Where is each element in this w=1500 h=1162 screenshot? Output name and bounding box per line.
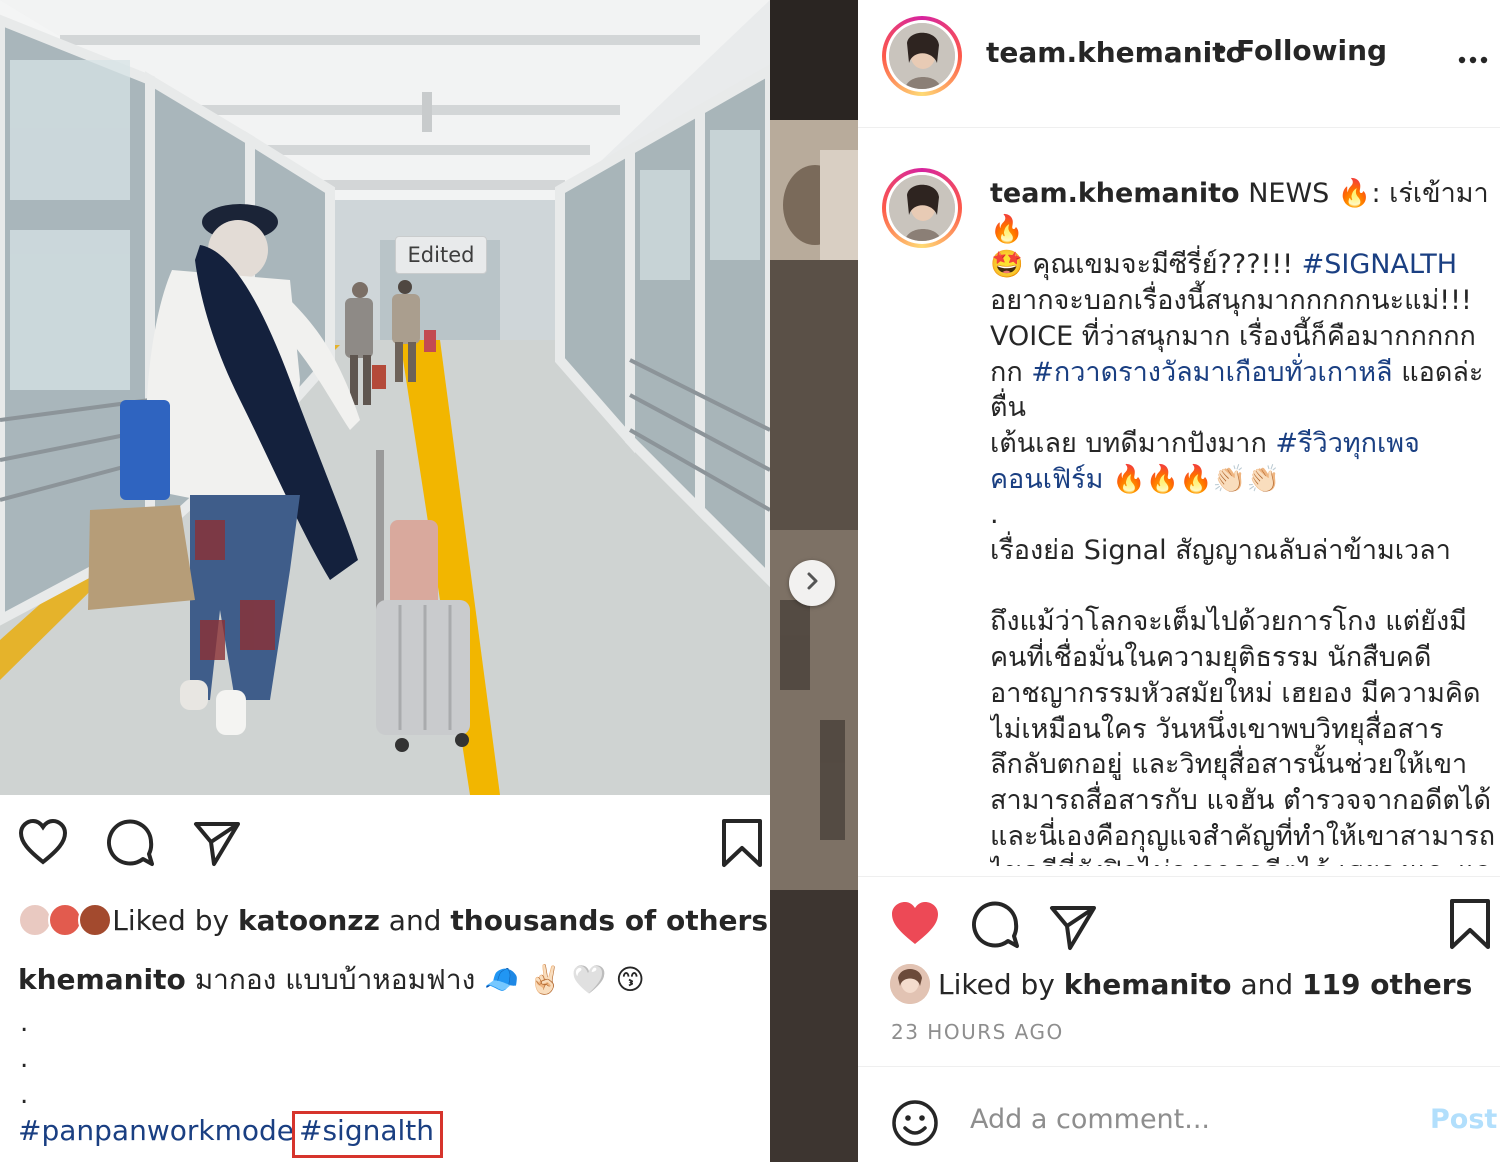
synopsis-title: เรื่องย่อ Signal สัญญาณลับล่าข้ามเวลา	[990, 535, 1451, 567]
avatar	[890, 964, 930, 1004]
caption-line: เต้นเลย บทดีมากปังมาก	[990, 427, 1267, 459]
hashtag-signalth[interactable]: #SIGNALTH	[1302, 249, 1457, 280]
caption-dot: .	[20, 1044, 29, 1074]
caption-line: VOICE ที่ว่าสนุกมาก เรื่องนี้ก็คือมากกกก…	[990, 320, 1476, 352]
liked-by-text[interactable]: Liked by khemanito and 119 others	[938, 968, 1472, 1001]
avatar	[48, 903, 82, 937]
header-avatar[interactable]	[882, 16, 962, 96]
header-separator: •	[1213, 34, 1230, 67]
hashtag-panpanworkmode[interactable]: #panpanworkmode	[18, 1114, 294, 1147]
caption-emojis: 🧢 ✌🏻 🤍 😙	[484, 963, 645, 996]
header-divider	[858, 127, 1500, 128]
caption-line: กก	[990, 356, 1023, 388]
avatar	[78, 903, 112, 937]
carousel-next-button[interactable]	[789, 560, 835, 606]
post-caption: team.khemanito NEWS 🔥: เร่เข้ามา 🔥 🤩 คุณ…	[990, 176, 1500, 866]
hashtag-signalth-highlight[interactable]: #signalth	[291, 1111, 443, 1158]
caption-username[interactable]: khemanito	[18, 963, 186, 996]
caption-username[interactable]: team.khemanito	[990, 178, 1240, 209]
following-button[interactable]: Following	[1236, 34, 1387, 67]
caption-emojis: 🔥🔥🔥👏🏻👏🏻	[1111, 463, 1281, 495]
heart-filled-icon[interactable]	[890, 900, 940, 950]
liked-by-and: and	[1240, 967, 1294, 1001]
right-action-bar	[858, 890, 1500, 950]
left-likes-row: Liked by katoonzz and thousands of other…	[18, 900, 768, 940]
liked-by-and: and	[388, 903, 442, 937]
comment-icon[interactable]	[970, 900, 1020, 954]
share-icon[interactable]	[1048, 902, 1098, 956]
caption-divider	[858, 876, 1500, 877]
post-comment-button[interactable]: Post	[1430, 1104, 1497, 1135]
post-timestamp[interactable]: 23 HOURS AGO	[891, 1020, 1064, 1044]
liked-by-user[interactable]: khemanito	[1064, 968, 1232, 1001]
avatar	[18, 903, 52, 937]
header-username[interactable]: team.khemanito	[986, 36, 1245, 69]
caption-dot: .	[990, 499, 999, 531]
hashtag-review[interactable]: #รีวิวทุกเพจ	[1275, 428, 1419, 459]
heart-icon[interactable]	[18, 818, 68, 872]
bookmark-icon[interactable]	[720, 818, 764, 872]
hashtag-award[interactable]: #กวาดรางวัลมาเกือบทั่วเกาหลี	[1031, 357, 1392, 388]
liked-by-user[interactable]: katoonzz	[238, 904, 380, 937]
liked-by-prefix: Liked by	[938, 967, 1055, 1001]
caption-avatar[interactable]	[882, 168, 962, 248]
comment-input[interactable]: Add a comment...	[970, 1104, 1210, 1135]
liked-by-prefix: Liked by	[112, 903, 230, 937]
right-likes-row: Liked by khemanito and 119 others	[890, 962, 1472, 1006]
liked-by-rest[interactable]: thousands of others	[450, 904, 768, 937]
post-photo[interactable]: Edited	[0, 0, 770, 795]
liked-by-text[interactable]: Liked by katoonzz and thousands of other…	[112, 904, 768, 937]
bookmark-icon[interactable]	[1448, 898, 1492, 954]
caption-text: มากอง แบบบ้าหอมฟาง	[194, 963, 476, 996]
comment-divider	[858, 1066, 1500, 1067]
left-post-screenshot: Edited Liked by katoonzz and thousands o…	[0, 0, 770, 1162]
hashtag-review-confirm[interactable]: คอนเฟิร์ม	[990, 464, 1103, 495]
liker-avatars	[18, 901, 112, 939]
liked-by-rest[interactable]: 119 others	[1302, 968, 1472, 1001]
smiley-icon[interactable]	[890, 1098, 940, 1148]
caption-line: อยากจะบอกเรื่องนี้สนุกมากกกกกนะแม่!!!	[990, 285, 1472, 317]
caption-line: 🤩 คุณเขมจะมีซีรี่ย์???!!!	[990, 249, 1294, 281]
chevron-right-icon	[802, 571, 822, 595]
left-action-bar	[0, 818, 770, 878]
synopsis-body: ถึงแม้ว่าโลกจะเต็มไปด้วยการโกง แต่ยังมีค…	[990, 606, 1496, 866]
caption-dot: .	[20, 1080, 29, 1110]
right-post-panel: team.khemanito • Following team.khemanit…	[858, 0, 1500, 1162]
more-dots-icon[interactable]	[1458, 50, 1488, 64]
left-hashtags: #panpanworkmode #signalth	[18, 1111, 443, 1158]
caption-dot: .	[20, 1008, 29, 1038]
left-caption: khemanito มากอง แบบบ้าหอมฟาง 🧢 ✌🏻 🤍 😙	[18, 958, 645, 1002]
share-icon[interactable]	[192, 818, 242, 872]
comment-icon[interactable]	[105, 818, 155, 872]
edited-badge: Edited	[395, 236, 487, 274]
